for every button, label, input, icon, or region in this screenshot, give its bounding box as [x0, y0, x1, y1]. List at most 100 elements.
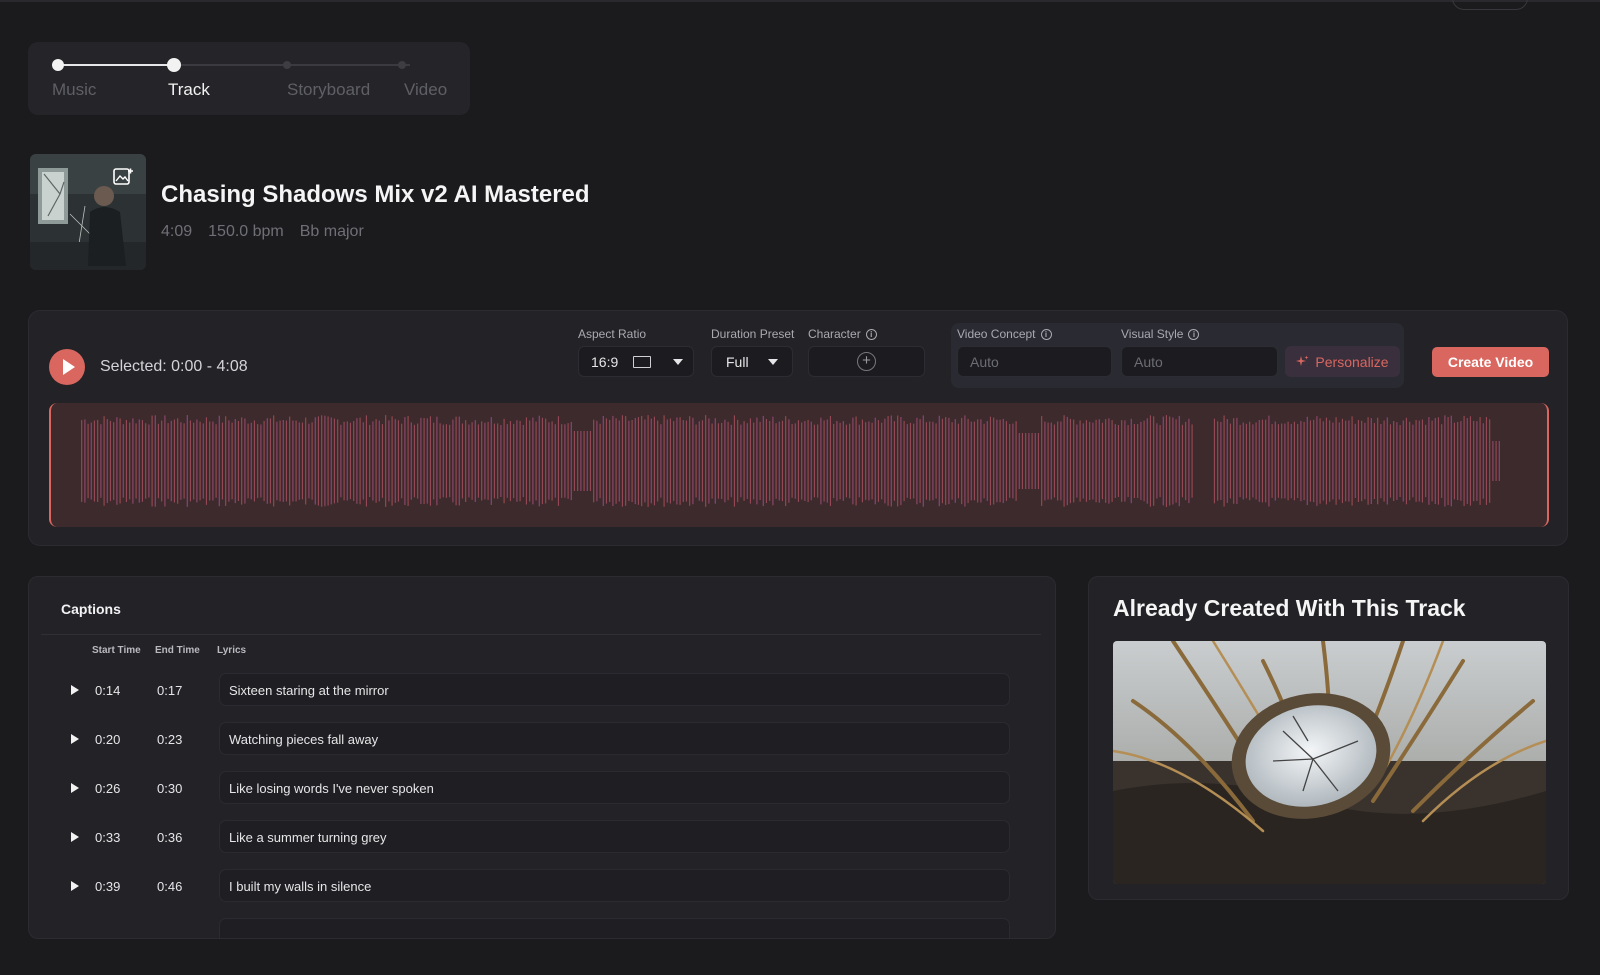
- waveform-bar: [1079, 420, 1081, 502]
- aspect-ratio-select[interactable]: 16:9: [578, 346, 694, 377]
- caption-lyric-input[interactable]: I built my walls in silence: [219, 869, 1010, 902]
- waveform-bar: [1226, 419, 1228, 503]
- step-dot-video[interactable]: [398, 61, 406, 69]
- waveform-bar: [308, 423, 310, 499]
- duration-preset-select[interactable]: Full: [711, 346, 793, 377]
- waveform-bar: [449, 424, 451, 498]
- waveform-bar: [378, 420, 380, 502]
- waveform-bar: [593, 419, 595, 503]
- waveform-bar: [973, 421, 975, 501]
- waveform-bar: [589, 431, 591, 491]
- waveform-bar: [577, 431, 579, 491]
- duration-preset-label: Duration Preset: [711, 327, 795, 341]
- step-label-video[interactable]: Video: [404, 80, 447, 100]
- visual-style-label: Visual Style i: [1121, 327, 1200, 341]
- waveform-bar: [756, 417, 758, 505]
- aspect-ratio-icon: [633, 355, 651, 368]
- play-icon[interactable]: [71, 783, 79, 793]
- caption-lyric-input[interactable]: [219, 918, 1010, 938]
- play-icon[interactable]: [71, 734, 79, 744]
- waveform-bar: [980, 419, 982, 503]
- step-dot-storyboard[interactable]: [283, 61, 291, 69]
- info-icon[interactable]: i: [1188, 328, 1200, 340]
- waveform-bar: [327, 416, 329, 506]
- waveform-bar: [1441, 424, 1443, 498]
- waveform-bar: [612, 415, 614, 506]
- caption-lyric-input[interactable]: Like a summer turning grey: [219, 820, 1010, 853]
- play-icon[interactable]: [71, 685, 79, 695]
- waveform-bar: [1130, 418, 1132, 504]
- waveform-bar: [305, 417, 307, 505]
- waveform-bar: [1140, 421, 1142, 500]
- waveform-bar: [1223, 415, 1225, 507]
- waveform-bar: [1271, 424, 1273, 498]
- waveform-bar: [1396, 422, 1398, 500]
- waveform-bar: [817, 424, 819, 498]
- waveform-bar: [954, 419, 956, 503]
- waveform-bar: [1421, 419, 1423, 503]
- waveform-bar: [1319, 418, 1321, 504]
- caption-start: 0:33: [95, 830, 121, 845]
- waveform-bar: [1095, 419, 1097, 503]
- waveform-bar: [503, 418, 505, 504]
- play-icon[interactable]: [71, 881, 79, 891]
- top-right-control[interactable]: [1452, 0, 1528, 10]
- waveform-bar: [1297, 424, 1299, 498]
- caption-lyric-input[interactable]: Like losing words I've never spoken: [219, 771, 1010, 804]
- caption-lyric-input[interactable]: Watching pieces fall away: [219, 722, 1010, 755]
- waveform-bar: [289, 416, 291, 506]
- track-cover-image[interactable]: [30, 154, 146, 270]
- waveform-bar: [138, 419, 140, 503]
- waveform-bar: [564, 424, 566, 498]
- change-image-icon[interactable]: [112, 166, 134, 188]
- waveform-bar: [266, 418, 268, 504]
- step-dot-track[interactable]: [167, 58, 181, 72]
- step-dot-music[interactable]: [52, 59, 64, 71]
- info-icon[interactable]: i: [865, 328, 877, 340]
- waveform-bar: [189, 420, 191, 502]
- visual-style-input[interactable]: Auto: [1121, 346, 1278, 377]
- waveform-selector[interactable]: [49, 403, 1549, 527]
- waveform-bar: [548, 422, 550, 500]
- waveform-bar: [1258, 420, 1260, 502]
- personalize-button[interactable]: Personalize: [1285, 346, 1400, 377]
- waveform-bar: [1137, 424, 1139, 498]
- waveform-bar: [1463, 415, 1465, 506]
- step-label-music[interactable]: Music: [52, 80, 96, 100]
- waveform-bar: [1377, 417, 1379, 505]
- waveform-bar: [452, 419, 454, 503]
- waveform-bar: [1002, 418, 1004, 504]
- waveform-bar: [567, 423, 569, 499]
- waveform-bar: [820, 417, 822, 505]
- caption-lyric-input[interactable]: Sixteen staring at the mirror: [219, 673, 1010, 706]
- top-divider: [0, 0, 1600, 2]
- waveform-bar: [689, 416, 691, 506]
- waveform-bar: [1236, 417, 1238, 504]
- waveform-bar: [1450, 415, 1452, 507]
- track-title: Chasing Shadows Mix v2 AI Mastered: [161, 181, 590, 208]
- step-label-storyboard[interactable]: Storyboard: [287, 80, 370, 100]
- waveform-bar: [1277, 424, 1279, 498]
- waveform-bar: [951, 422, 953, 500]
- play-icon[interactable]: [71, 832, 79, 842]
- created-video-thumbnail[interactable]: [1113, 641, 1546, 884]
- waveform-bar: [205, 417, 207, 505]
- waveform-bar: [426, 418, 428, 504]
- waveform-bar: [497, 423, 499, 499]
- waveform-bar: [868, 421, 870, 501]
- waveform-bar: [1482, 423, 1484, 499]
- create-video-button[interactable]: Create Video: [1432, 347, 1549, 377]
- step-label-track[interactable]: Track: [168, 80, 210, 100]
- info-icon[interactable]: i: [1040, 328, 1052, 340]
- waveform-bar: [1268, 415, 1270, 507]
- play-button[interactable]: [49, 349, 85, 385]
- waveform-bar: [1005, 421, 1007, 501]
- character-select[interactable]: +: [808, 346, 925, 377]
- progress-stepper: Music Track Storyboard Video: [28, 42, 470, 115]
- waveform-bar: [317, 416, 319, 506]
- waveform-bar: [1428, 417, 1430, 505]
- waveform-bar: [1037, 433, 1039, 489]
- waveform-bar: [247, 423, 249, 499]
- waveform-bar: [151, 415, 153, 507]
- video-concept-input[interactable]: Auto: [957, 346, 1112, 377]
